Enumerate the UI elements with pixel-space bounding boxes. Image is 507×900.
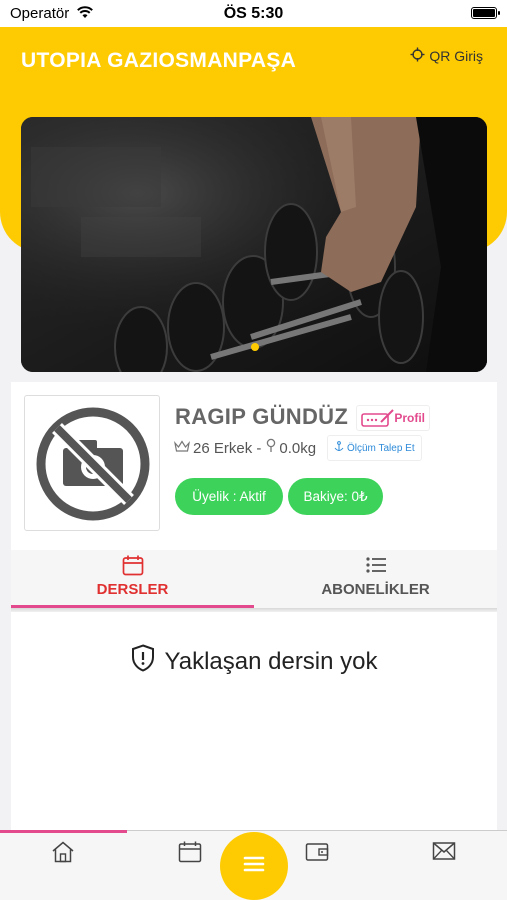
dumbbell-rack-photo [21,117,487,372]
tab-bar: DERSLER ABONELİKLER [11,550,497,608]
menu-fab-button[interactable] [220,832,288,900]
empty-state: Yaklaşan dersin yok [11,644,497,679]
battery-icon [471,7,500,19]
balance-badge[interactable]: Bakiye: 0₺ [288,478,383,515]
profile-button[interactable]: Profil [356,405,430,431]
weight-value: 0.0kg [279,439,317,457]
measure-request-button[interactable]: Ölçüm Talep Et [327,435,422,461]
crosshair-icon [410,47,425,65]
qr-login-button[interactable]: QR Giriş [410,47,483,65]
promo-banner[interactable] [21,117,487,372]
list-icon [254,555,497,575]
membership-status-badge[interactable]: Üyelik : Aktif [175,478,283,515]
tab-abonelikler[interactable]: ABONELİKLER [254,550,497,608]
no-photo-icon [36,407,150,521]
home-icon[interactable] [50,841,76,865]
clock: ÖS 5:30 [223,5,284,22]
gym-title: UTOPIA GAZIOSMANPAŞA [21,49,297,72]
lessons-panel: Yaklaşan dersin yok [11,612,497,830]
calendar-icon [11,555,254,576]
banner-pagination-dot[interactable] [251,343,259,351]
anchor-icon [334,441,344,455]
calendar-icon[interactable] [177,841,203,865]
profile-button-label: Profil [394,411,425,425]
wallet-icon[interactable] [304,841,330,865]
tab-dersler-label: DERSLER [96,581,169,598]
user-name: RAGIP GÜNDÜZ [175,404,349,429]
shield-icon [131,644,155,679]
menu-icon [243,856,265,877]
status-bar: Operatör ÖS 5:30 [0,0,507,27]
profile-card: RAGIP GÜNDÜZ Profil 26 Erkek - 0.0kg Ölç… [11,382,497,550]
avatar[interactable] [24,395,160,531]
scale-icon [266,438,276,458]
edit-icon [361,409,395,432]
empty-state-text: Yaklaşan dersin yok [164,647,378,675]
qr-login-label: QR Giriş [429,48,483,64]
tab-abonelikler-label: ABONELİKLER [321,581,430,598]
nav-active-indicator [0,830,127,833]
crown-icon [174,439,190,457]
mail-icon[interactable] [431,841,457,865]
user-meta: 26 Erkek - 0.0kg [174,438,316,458]
age-gender: 26 Erkek - [193,439,262,457]
measure-request-label: Ölçüm Talep Et [347,442,415,454]
tab-dersler[interactable]: DERSLER [11,550,254,608]
